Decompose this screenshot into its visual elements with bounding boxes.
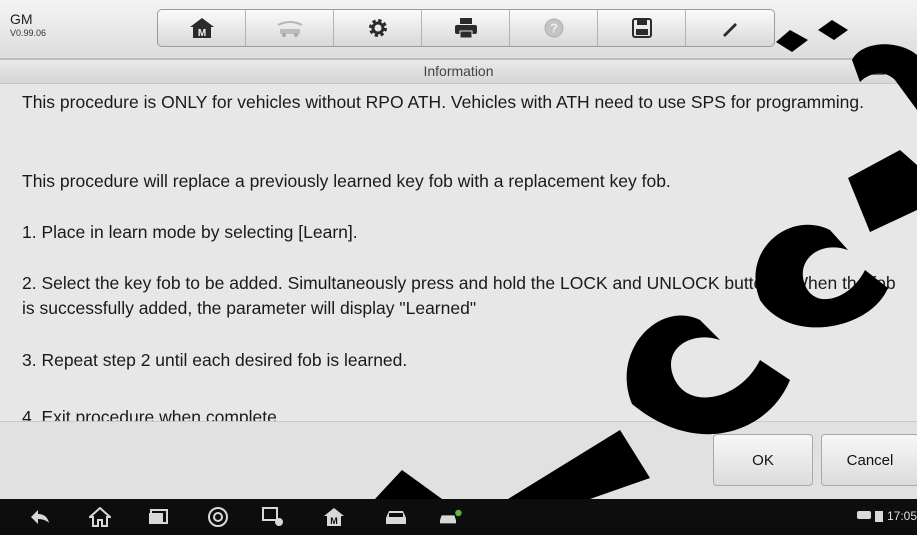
ok-button[interactable]: OK (713, 434, 813, 486)
procedure-step: 2. Select the key fob to be added. Simul… (22, 273, 896, 318)
car-connection-icon (440, 509, 462, 524)
toolbar-pen-button[interactable] (686, 10, 774, 46)
procedure-step: 4. Exit procedure when complete. (22, 407, 282, 421)
remote-support-icon (262, 507, 283, 526)
battery-indicator: 12.1V (867, 63, 913, 75)
settings-gear-icon (368, 19, 387, 37)
toolbar-home-button[interactable]: M (158, 10, 246, 46)
top-bar: GM V0.99.06 M ? (0, 0, 917, 60)
software-version: V0.99.06 (10, 28, 47, 38)
info-paragraph: This procedure will replace a previously… (22, 171, 671, 191)
procedure-step: 1. Place in learn mode by selecting [Lea… (22, 222, 358, 242)
information-content[interactable]: This procedure is ONLY for vehicles with… (0, 84, 917, 421)
home-nav-button[interactable] (88, 505, 112, 529)
svg-text:?: ? (550, 21, 558, 36)
save-icon (631, 18, 652, 38)
toolbar-vehicle-swap-button[interactable] (246, 10, 334, 46)
recent-apps-icon (149, 509, 168, 524)
cancel-button[interactable]: Cancel (821, 434, 917, 486)
chrome-icon (208, 507, 228, 527)
battery-icon (867, 63, 886, 75)
battery-status-icon (874, 511, 883, 522)
vehicle-swap-icon (277, 21, 302, 37)
procedure-step: 3. Repeat step 2 until each desired fob … (22, 350, 408, 370)
info-paragraph: This procedure is ONLY for vehicles with… (22, 92, 864, 112)
maxisys-home-button[interactable]: M (322, 505, 346, 529)
toolbar-help-button[interactable]: ? (510, 10, 598, 46)
system-navigation-bar: M 17:05 (0, 499, 917, 535)
toolbar-print-button[interactable] (422, 10, 510, 46)
vehicle-connection-button[interactable] (440, 505, 464, 529)
help-icon: ? (544, 18, 563, 38)
print-icon (454, 18, 477, 39)
car-icon (386, 511, 406, 524)
page-title: Information (423, 63, 494, 79)
vehicle-make: GM (10, 11, 33, 27)
brand-info: GM V0.99.06 (10, 12, 46, 39)
pen-icon (723, 23, 737, 37)
status-area: 17:05 (856, 509, 917, 523)
recent-apps-button[interactable] (146, 505, 170, 529)
remote-support-button[interactable] (262, 505, 286, 529)
info-header: Information 12.1V (0, 60, 917, 84)
vci-button[interactable] (384, 505, 408, 529)
notification-icon (856, 511, 871, 519)
maxisys-home-icon: M (324, 508, 344, 526)
toolbar-settings-button[interactable] (334, 10, 422, 46)
dialog-footer: OK Cancel (0, 421, 917, 500)
house-icon (89, 507, 111, 527)
toolbar: M ? (157, 9, 775, 47)
battery-voltage: 12.1V (889, 64, 913, 74)
svg-text:M: M (197, 28, 205, 39)
browser-button[interactable] (206, 505, 230, 529)
back-button[interactable] (28, 505, 52, 529)
clock: 17:05 (886, 509, 917, 523)
home-icon: M (189, 18, 214, 39)
svg-text:M: M (330, 516, 338, 526)
toolbar-save-button[interactable] (598, 10, 686, 46)
back-arrow-icon (31, 510, 49, 524)
